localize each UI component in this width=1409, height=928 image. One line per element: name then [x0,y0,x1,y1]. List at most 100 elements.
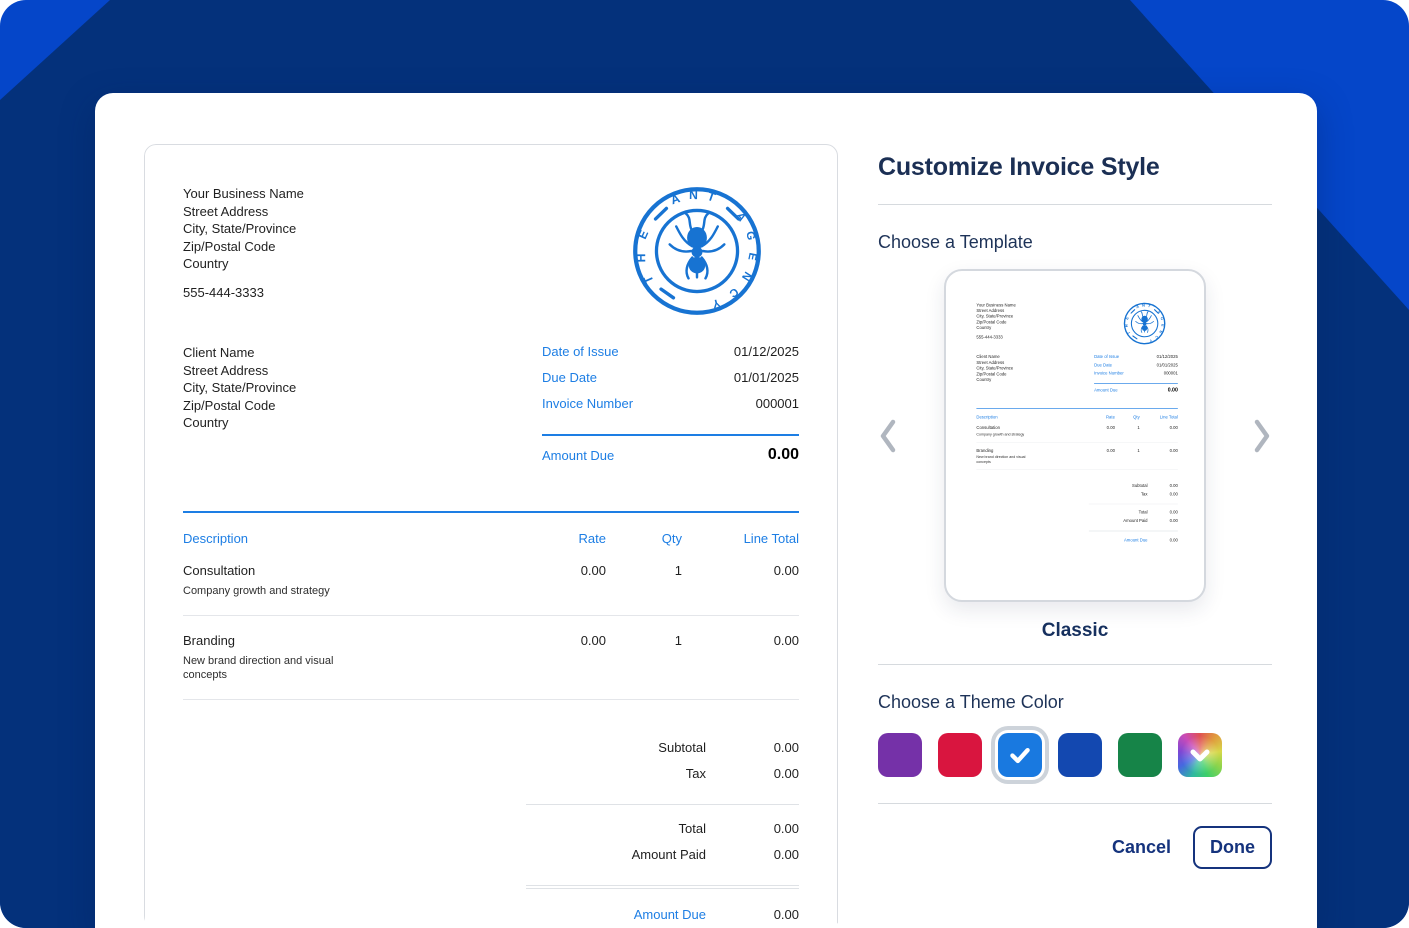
meta-row-date-of-issue: Date of Issue 01/12/2025 [1094,354,1178,362]
subtotal-label: Subtotal [526,740,706,755]
amount-due-header-row: Amount Due 0.00 [1094,387,1178,393]
totals-divider [526,804,799,805]
line-item-subtext: Company growth and strategy [976,432,1033,437]
line-item-description: Branding New brand direction and visual … [183,633,512,682]
meta-row-due-date: Due Date 01/01/2025 [542,370,799,396]
invoice-number-label: Invoice Number [1094,371,1124,376]
app-background: Your Business Name Street Address City, … [0,0,1409,928]
dialog-actions: Cancel Done [878,826,1272,869]
invoice-mid-section: Client Name Street Address City, State/P… [183,344,799,464]
due-date-label: Due Date [1094,362,1112,367]
date-of-issue-label: Date of Issue [1094,354,1119,359]
theme-color-red[interactable] [938,733,982,777]
qty-header: Qty [606,531,682,546]
total-value: 0.00 [1148,509,1178,514]
business-address-block: Your Business Name Street Address City, … [183,185,304,301]
due-date-value: 01/01/2025 [1157,362,1178,367]
meta-row-date-of-issue: Date of Issue 01/12/2025 [542,344,799,370]
template-previous-button[interactable] [878,418,898,454]
invoice-header: Your Business Name Street Address City, … [183,185,799,317]
svg-text:THE: THE [634,216,656,286]
date-of-issue-value: 01/12/2025 [734,344,799,359]
template-section-label: Choose a Template [878,232,1272,253]
line-item-qty: 1 [606,563,682,598]
line-item-name: Consultation [183,563,255,578]
panel-divider [878,803,1272,804]
tax-label: Tax [526,766,706,781]
due-date-label: Due Date [542,370,597,385]
subtotal-row: Subtotal 0.00 [1089,483,1178,491]
total-label: Total [526,821,706,836]
line-item-row: Branding New brand direction and visual … [183,616,799,682]
rate-header: Rate [1084,415,1115,420]
line-item-rate: 0.00 [1084,448,1115,464]
tax-value: 0.00 [706,766,799,781]
subtotal-value: 0.00 [706,740,799,755]
line-item-subtext: New brand direction and visual concepts [976,455,1033,464]
client-country: Country [976,377,1094,383]
totals-double-divider [1089,530,1178,531]
line-item-description: Consultation Company growth and strategy [976,425,1084,436]
total-value: 0.00 [706,821,799,836]
ant-agency-logo-icon: ANT AGENCY THE [1123,302,1166,345]
client-name: Client Name [183,344,542,362]
line-item-subtext: New brand direction and visual concepts [183,654,358,682]
template-name-label: Classic [878,620,1272,642]
line-item-total: 0.00 [682,633,799,682]
amount-due-header-row: Amount Due 0.00 [542,446,799,464]
invoice-header: Your Business Name Street Address City, … [976,302,1177,345]
svg-text:ANT: ANT [1135,303,1154,310]
chevron-left-icon [878,418,898,454]
amount-paid-label: Amount Paid [1089,518,1148,523]
meta-row-invoice-number: Invoice Number 000001 [542,396,799,422]
theme-color-royal-blue[interactable] [1058,733,1102,777]
amount-due-label: Amount Due [542,448,614,463]
line-item-name: Consultation [976,425,1000,430]
chevron-right-icon [1252,418,1272,454]
total-row: Total 0.00 [1089,509,1178,517]
template-next-button[interactable] [1252,418,1272,454]
business-zip: Zip/Postal Code [183,238,304,256]
done-button[interactable]: Done [1193,826,1272,869]
amount-due-total-value: 0.00 [1148,537,1178,542]
theme-color-azure-blue-selected[interactable] [998,733,1042,777]
line-total-header: Line Total [1140,415,1178,420]
invoice-meta-block: Date of Issue 01/12/2025 Due Date 01/01/… [1094,354,1178,393]
cancel-button[interactable]: Cancel [1112,837,1171,858]
ant-icon [1136,311,1154,332]
business-phone: 555-444-3333 [183,284,304,302]
amount-paid-value: 0.00 [1148,518,1178,523]
meta-row-invoice-number: Invoice Number 000001 [1094,371,1178,379]
template-card-classic[interactable]: Your Business Name Street Address City, … [944,269,1206,602]
invoice-number-value: 000001 [1164,371,1178,376]
business-name: Your Business Name [976,302,1015,308]
theme-color-purple[interactable] [878,733,922,777]
line-item-rate: 0.00 [1084,425,1115,436]
customize-panel: Customize Invoice Style Choose a Templat… [878,93,1272,928]
business-country: Country [976,325,1015,331]
line-total-header: Line Total [682,531,799,546]
due-date-value: 01/01/2025 [734,370,799,385]
business-street: Street Address [183,203,304,221]
row-divider [183,699,799,700]
amount-due-total-label: Amount Due [526,907,706,922]
subtotal-value: 0.00 [1148,483,1178,488]
invoice-preview-area: Your Business Name Street Address City, … [144,144,840,928]
checkmark-icon [1007,742,1033,768]
line-item-name: Branding [183,633,235,648]
customize-invoice-dialog: Your Business Name Street Address City, … [95,93,1317,928]
totals-block: Subtotal 0.00 Tax 0.00 Total 0.00 Amount… [526,740,799,928]
template-preview-slot: Your Business Name Street Address City, … [964,289,1190,582]
table-top-rule [183,511,799,513]
theme-color-green[interactable] [1118,733,1162,777]
chevron-down-icon [1186,741,1214,769]
theme-color-custom-picker[interactable] [1178,733,1222,777]
panel-divider [878,204,1272,205]
table-top-rule [976,408,1177,409]
tax-row: Tax 0.00 [526,766,799,792]
line-item-rate: 0.00 [512,563,606,598]
invoice-meta-block: Date of Issue 01/12/2025 Due Date 01/01/… [542,344,799,464]
line-item-name: Branding [976,448,993,453]
qty-header: Qty [1115,415,1140,420]
description-header: Description [183,531,512,546]
